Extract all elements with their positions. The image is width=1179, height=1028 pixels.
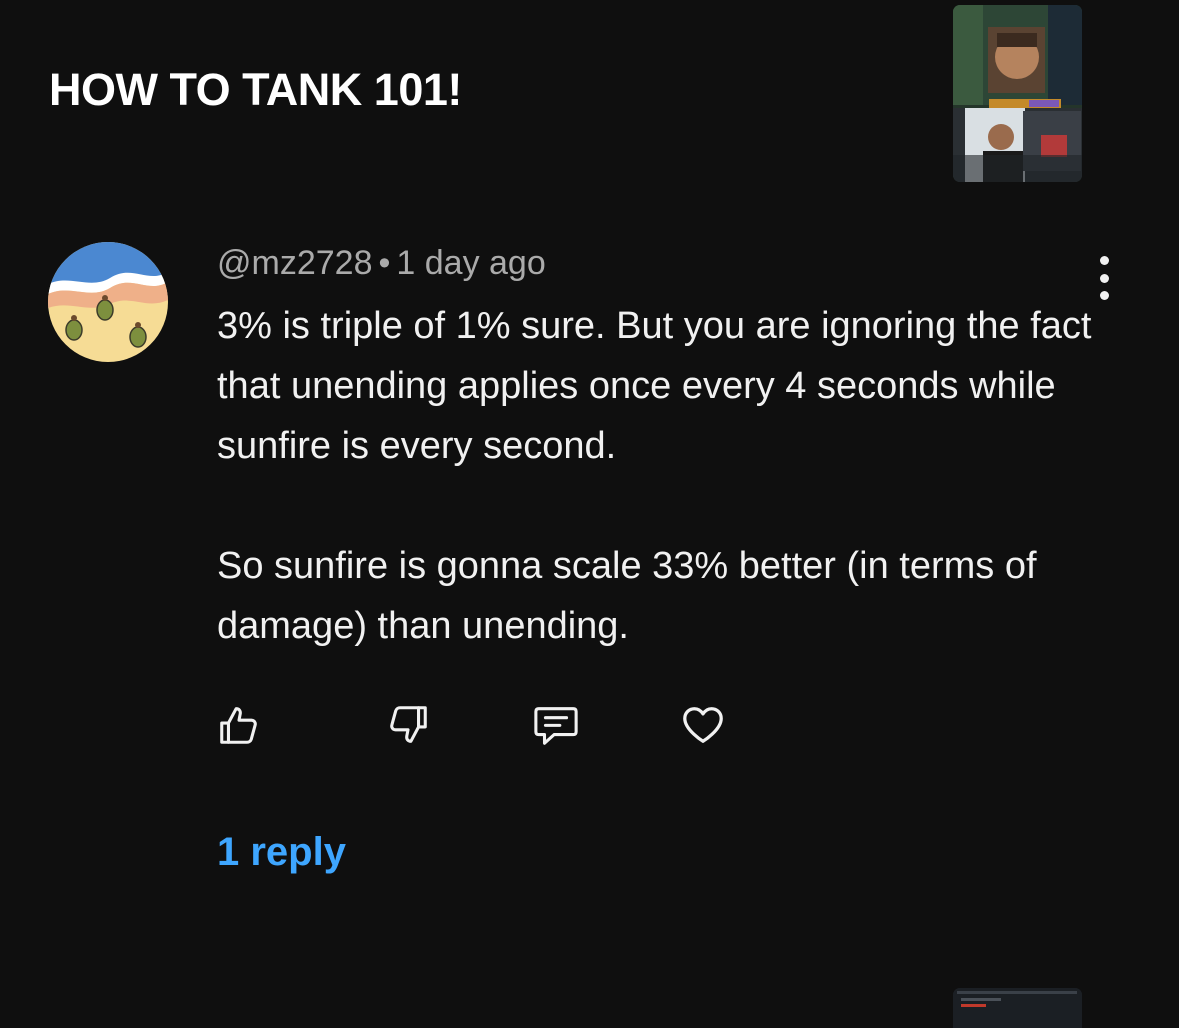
vertical-ellipsis-icon [1099,273,1109,283]
heart-button[interactable] [678,700,728,750]
comment-text: 3% is triple of 1% sure. But you are ign… [217,296,1117,656]
comment-timestamp: 1 day ago [396,244,546,282]
comment-icon [534,707,578,745]
turtle-beach-avatar-image [48,242,168,362]
vertical-ellipsis-icon [1099,256,1109,265]
thumbs-down-icon [390,706,427,743]
thumbs-up-icon [220,707,257,744]
comment-header: @mz2728 • 1 day ago [217,244,546,283]
more-options-button[interactable] [1084,256,1124,300]
thumbnail-image [953,988,1082,1028]
comment-paragraph: 3% is triple of 1% sure. But you are ign… [217,305,1092,467]
like-button[interactable] [214,700,264,750]
dislike-button[interactable] [383,700,433,750]
thumbnail-image [953,5,1082,182]
video-title[interactable]: HOW TO TANK 101! [49,64,462,116]
heart-icon [683,707,723,743]
comment-author[interactable]: @mz2728 [217,244,372,282]
view-replies-link[interactable]: 1 reply [217,830,346,875]
avatar[interactable] [48,242,168,362]
reply-button[interactable] [531,700,581,750]
meta-separator: • [378,244,391,282]
comment-paragraph: So sunfire is gonna scale 33% better (in… [217,545,1037,647]
video-thumbnail[interactable] [953,5,1082,182]
next-video-thumbnail[interactable] [953,988,1082,1028]
